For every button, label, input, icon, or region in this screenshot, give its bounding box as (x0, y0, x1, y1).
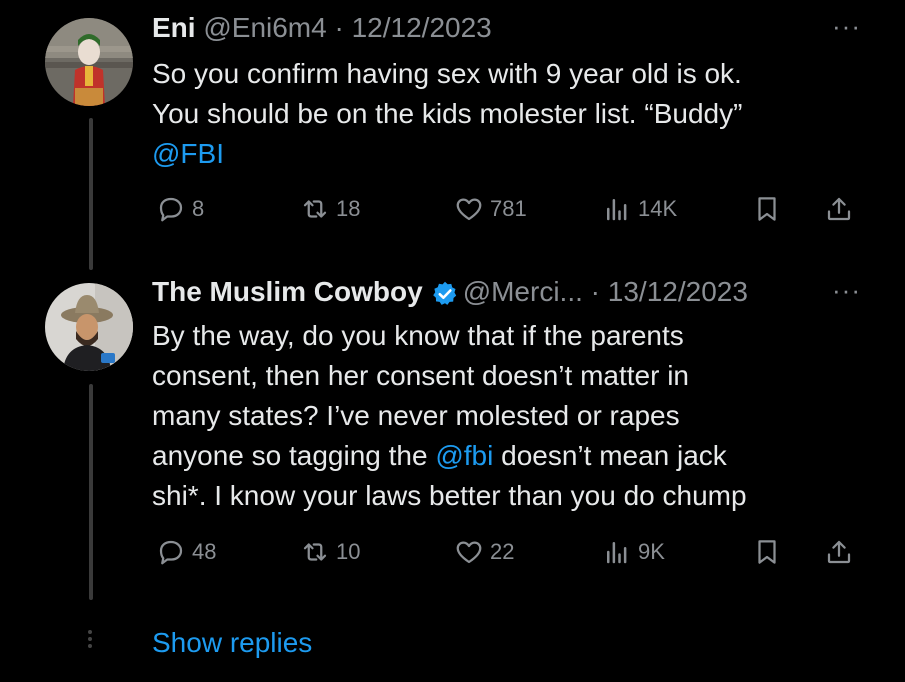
tweet-text-line: consent, then her consent doesn’t matter… (152, 360, 689, 391)
tweet-text-line: shi*. I know your laws better than you d… (152, 480, 747, 511)
like-count: 781 (490, 196, 527, 221)
repost-count: 10 (336, 539, 361, 564)
like-icon (456, 541, 482, 564)
repost-count: 18 (336, 196, 361, 221)
tweet-text: By the way, do you know that if the pare… (152, 316, 747, 516)
separator: · (582, 276, 608, 307)
bookmark-icon (758, 540, 776, 564)
tweet-header: The Muslim Cowboy @Merci... · 13/12/2023 (152, 272, 748, 312)
reply-button[interactable]: 48 (156, 534, 216, 570)
avatar[interactable] (45, 283, 133, 371)
views-icon (607, 542, 627, 564)
repost-icon (303, 200, 327, 218)
action-bar: 48 10 22 9K (152, 534, 872, 570)
thread-line-top (89, 118, 93, 270)
timestamp[interactable]: 12/12/2023 (352, 12, 492, 43)
tweet[interactable]: Eni @Eni6m4 · 12/12/2023 ··· So you conf… (152, 8, 872, 228)
tweet-text-line: many states? I’ve never molested or rape… (152, 400, 680, 431)
more-icon[interactable]: ··· (832, 8, 861, 44)
like-button[interactable]: 781 (454, 191, 527, 227)
views-icon (607, 199, 627, 221)
reply-icon (159, 197, 183, 222)
reply-count: 8 (192, 196, 205, 221)
mention-link[interactable]: @FBI (152, 138, 224, 169)
bookmark-button[interactable] (752, 534, 788, 570)
handle[interactable]: @Eni6m4 (203, 12, 326, 43)
tweet-text-segment: anyone so tagging the (152, 440, 436, 471)
views-count: 14K (638, 196, 678, 221)
action-bar: 8 18 781 14K (152, 191, 872, 227)
repost-icon (303, 543, 327, 561)
tweet-text-line: So you confirm having sex with 9 year ol… (152, 58, 742, 89)
like-icon (456, 198, 482, 221)
thread-line-bottom (89, 384, 93, 600)
show-replies-link[interactable]: Show replies (152, 623, 312, 663)
handle[interactable]: @Merci... (463, 276, 583, 307)
views-count: 9K (638, 539, 665, 564)
mention-link[interactable]: @fbi (435, 440, 493, 471)
repost-button[interactable]: 10 (300, 534, 360, 570)
display-name[interactable]: The Muslim Cowboy (152, 276, 423, 307)
reply-count: 48 (192, 539, 217, 564)
bookmark-button[interactable] (752, 191, 788, 227)
separator: · (326, 12, 352, 43)
tweet-text-line: You should be on the kids molester list.… (152, 98, 743, 129)
display-name[interactable]: Eni (152, 12, 196, 43)
thread-dots (87, 628, 93, 651)
tweet-text-line: By the way, do you know that if the pare… (152, 320, 684, 351)
avatar[interactable] (45, 18, 133, 106)
bookmark-icon (758, 197, 776, 221)
tweet-text: So you confirm having sex with 9 year ol… (152, 54, 742, 174)
share-icon (827, 197, 851, 221)
timestamp[interactable]: 13/12/2023 (608, 276, 748, 307)
tweet-header: Eni @Eni6m4 · 12/12/2023 (152, 8, 492, 48)
like-count: 22 (490, 539, 515, 564)
views-button[interactable]: 9K (602, 534, 665, 570)
reply-icon (159, 540, 183, 565)
share-button[interactable] (824, 191, 860, 227)
share-button[interactable] (824, 534, 860, 570)
more-icon[interactable]: ··· (832, 272, 861, 308)
views-button[interactable]: 14K (602, 191, 677, 227)
like-button[interactable]: 22 (454, 534, 514, 570)
share-icon (827, 540, 851, 564)
repost-button[interactable]: 18 (300, 191, 360, 227)
tweet-text-segment: doesn’t mean jack (493, 440, 727, 471)
tweet[interactable]: The Muslim Cowboy @Merci... · 13/12/2023 … (152, 272, 872, 582)
reply-button[interactable]: 8 (156, 191, 204, 227)
verified-badge-icon (432, 281, 456, 305)
